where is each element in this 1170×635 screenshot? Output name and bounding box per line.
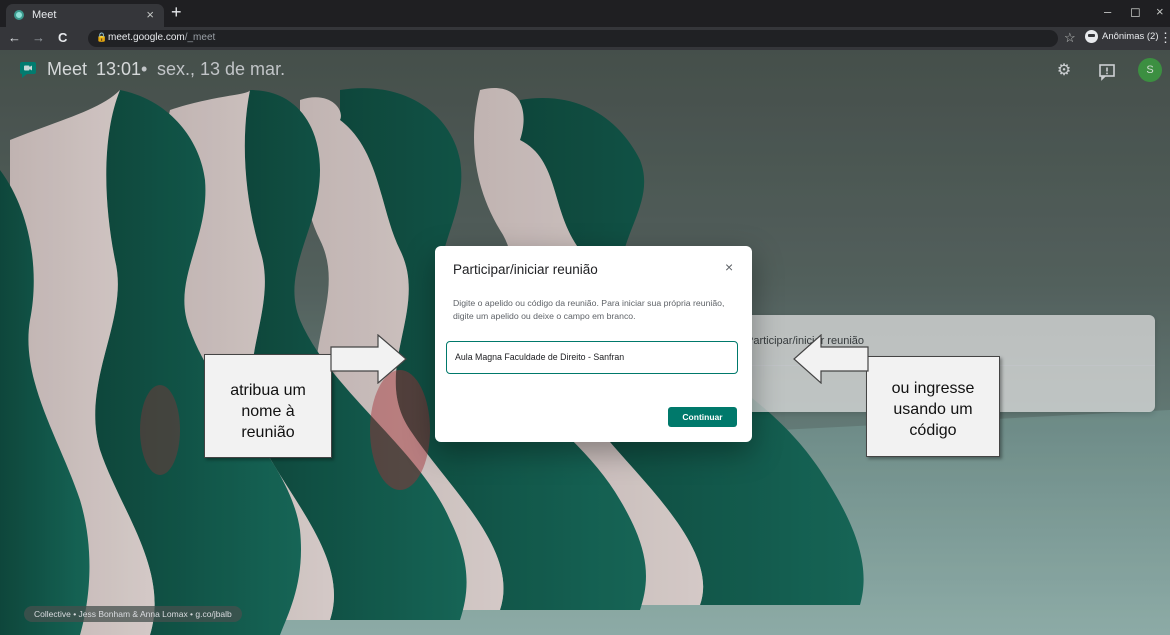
meet-page: Meet 13:01 • sex., 13 de mar. ⚙ S Partic… <box>0 50 1170 635</box>
forward-button[interactable]: → <box>32 30 45 45</box>
dialog-title: Participar/iniciar reunião <box>453 262 598 277</box>
left-arrow-icon <box>793 334 869 384</box>
join-meeting-dialog: Participar/iniciar reunião × Digite o ap… <box>435 246 752 442</box>
meeting-code-input[interactable] <box>455 348 725 366</box>
tab-close-icon[interactable]: × <box>146 7 154 22</box>
incognito-icon <box>1085 30 1098 43</box>
reload-button[interactable]: C <box>58 30 67 45</box>
maximize-button[interactable]: ◻ <box>1130 4 1141 20</box>
incognito-indicator[interactable]: Anônimas (2) <box>1085 30 1159 47</box>
right-arrow-icon <box>330 334 407 384</box>
callout-left-line-3: reunião <box>241 424 295 441</box>
callout-left-line-2: nome à <box>241 403 295 420</box>
new-tab-button[interactable]: + <box>171 2 182 23</box>
callout-right-line-2: usando um <box>893 401 973 418</box>
browser-menu-icon[interactable]: ⋮ <box>1159 30 1170 46</box>
tab-strip: Meet × + – ◻ × <box>0 0 1170 27</box>
browser-toolbar: ← → C 🔒 meet.google.com/_meet ☆ Anônimas… <box>0 27 1170 50</box>
callout-name-meeting: atribua um nome à reunião <box>204 354 332 458</box>
callout-right-line-3: código <box>909 422 957 439</box>
callout-left-line-1: atribua um <box>230 382 306 399</box>
address-bar[interactable]: 🔒 meet.google.com/_meet <box>88 30 1058 47</box>
meeting-code-field[interactable] <box>446 341 738 374</box>
close-window-button[interactable]: × <box>1156 4 1164 19</box>
meet-favicon-icon <box>14 10 24 20</box>
callout-right-line-1: ou ingresse <box>891 380 975 397</box>
close-icon[interactable]: × <box>725 259 733 275</box>
incognito-label: Anônimas (2) <box>1102 31 1159 42</box>
back-button[interactable]: ← <box>8 30 21 45</box>
dialog-description: Digite o apelido ou código da reunião. P… <box>453 298 725 321</box>
url-text: meet.google.com/_meet <box>108 32 216 43</box>
minimize-button[interactable]: – <box>1104 4 1111 19</box>
callout-join-with-code: ou ingresse usando um código <box>866 356 1000 457</box>
tab-title: Meet <box>32 9 57 21</box>
bookmark-star-icon[interactable]: ☆ <box>1064 30 1076 46</box>
browser-tab-meet[interactable]: Meet × <box>6 4 164 27</box>
continue-button[interactable]: Continuar <box>668 407 737 427</box>
lock-icon: 🔒 <box>96 32 108 42</box>
background-credit-link[interactable]: Collective • Jess Bonham & Anna Lomax • … <box>24 606 242 622</box>
